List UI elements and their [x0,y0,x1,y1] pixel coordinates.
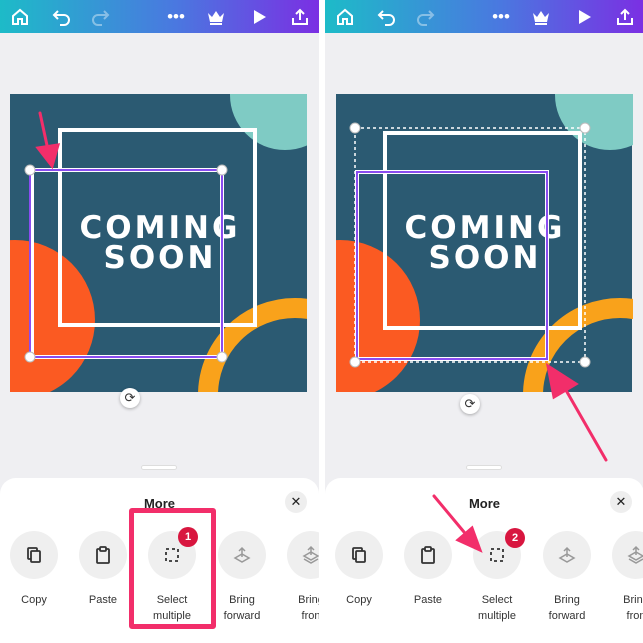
select-label: Select [481,594,513,606]
bring-label: Bring [554,594,580,606]
forward-label: forward [548,610,586,622]
screenshot-step-2: ••• COMING SOON ⟳ More ✕ Copy Paste Sele… [325,0,643,643]
copy-label: Copy [346,594,372,606]
front-label: fron [301,610,319,622]
paste-label: Paste [88,594,118,606]
sheet-drag-handle[interactable] [466,465,502,470]
resize-handle[interactable] [24,351,36,363]
paste-icon [421,546,435,564]
resize-handle[interactable] [349,356,361,368]
paste-icon [96,546,110,564]
resize-handle[interactable] [216,351,228,363]
sheet-drag-handle[interactable] [141,465,177,470]
resize-handle[interactable] [349,122,361,134]
select-multiple-icon [490,548,504,562]
copy-button[interactable]: Copy [4,531,64,608]
resize-handle[interactable] [579,356,591,368]
design-canvas[interactable]: COMING SOON [0,0,319,460]
resize-handle[interactable] [216,164,228,176]
resize-handle[interactable] [24,164,36,176]
copy-icon [27,547,41,563]
highlight-box [129,508,216,629]
front-label: fron [626,610,643,622]
sheet-title: More [468,496,501,511]
screenshot-step-1: ••• COMING SOON ⟳ More ✕ Copy Paste Sele… [0,0,319,643]
bring-to-front-button[interactable]: Bring fron [281,531,319,624]
close-button[interactable]: ✕ [285,491,307,513]
copy-button[interactable]: Copy [329,531,389,608]
bring-label: Bring [229,594,255,606]
step-badge: 1 [178,527,198,547]
bring-forward-icon [558,546,576,563]
rotate-icon[interactable]: ⟳ [460,394,480,414]
bring-to-front-button[interactable]: Bring fron [606,531,643,624]
step-badge: 2 [505,528,525,548]
paste-button[interactable]: Paste [398,531,458,608]
bring-label: Bring [623,594,643,606]
bring-forward-button[interactable]: Bring forward [212,531,272,624]
forward-label: forward [223,610,261,622]
rotate-icon[interactable]: ⟳ [120,388,140,408]
resize-handle[interactable] [579,122,591,134]
bring-label: Bring [298,594,319,606]
copy-icon [352,547,366,563]
soon-text[interactable]: SOON [429,240,542,276]
paste-button[interactable]: Paste [73,531,133,608]
copy-label: Copy [21,594,47,606]
close-button[interactable]: ✕ [610,491,632,513]
bring-front-icon [627,545,643,564]
design-canvas[interactable]: COMING SOON [325,0,643,460]
more-bottom-sheet: More ✕ Copy Paste Select multiple Bring fo… [325,478,643,643]
paste-label: Paste [413,594,443,606]
bring-front-icon [302,545,319,564]
bring-forward-icon [233,546,251,563]
bring-forward-button[interactable]: Bring forward [537,531,597,624]
divider [319,0,325,643]
soon-text[interactable]: SOON [104,240,217,276]
multiple-label: multiple [478,610,516,622]
